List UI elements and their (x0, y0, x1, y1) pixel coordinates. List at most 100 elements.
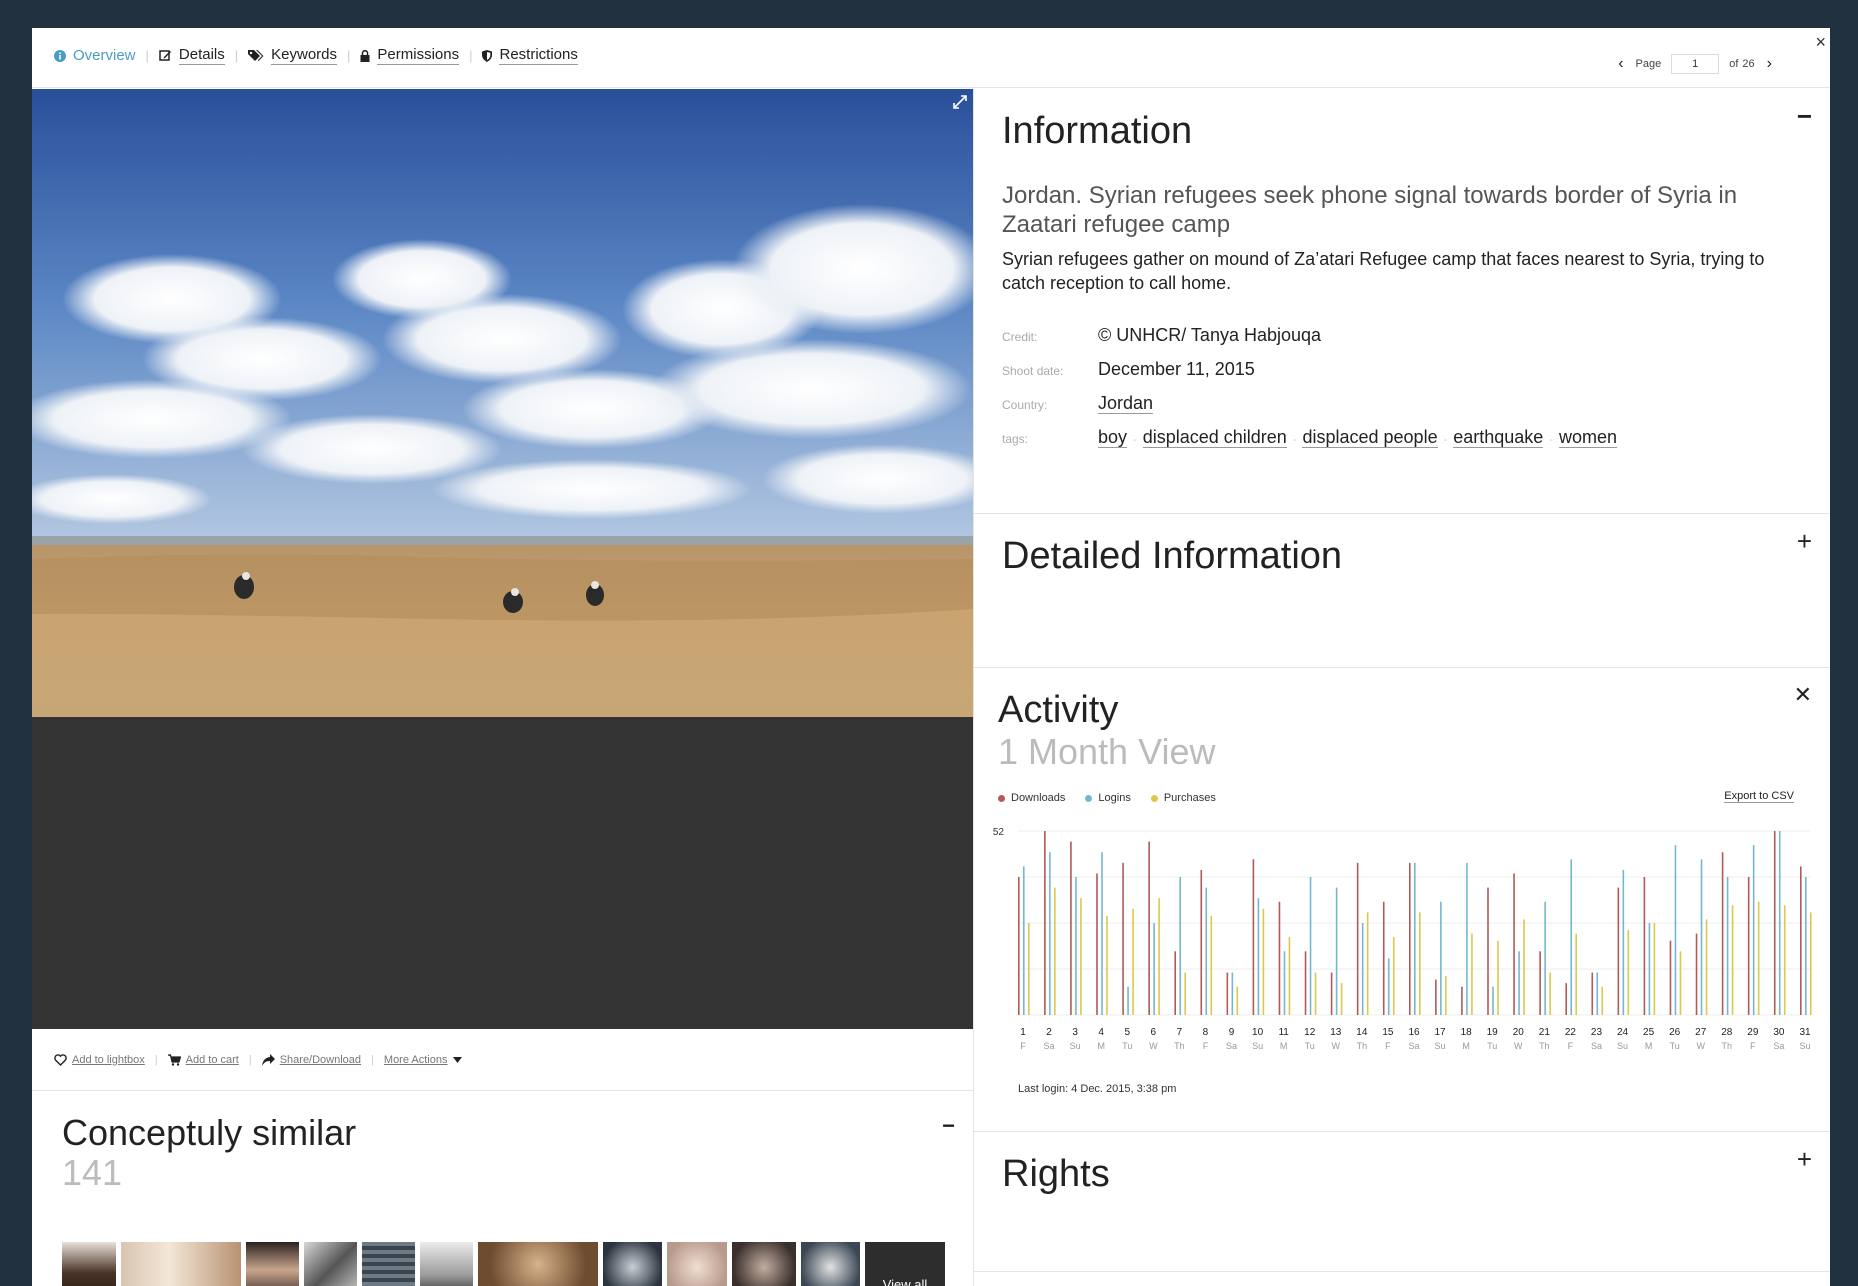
x-tick-label: 9 (1229, 1027, 1235, 1038)
thumbnail[interactable] (732, 1242, 796, 1286)
legend-dot (998, 794, 1005, 802)
collapse-icon[interactable]: − (1797, 103, 1812, 129)
thumbnail-strip: View all (62, 1242, 945, 1286)
thumbnail[interactable] (478, 1242, 598, 1286)
thumbnail[interactable] (121, 1242, 241, 1286)
x-tick-label: 2 (1046, 1027, 1052, 1038)
thumbnail[interactable] (667, 1242, 727, 1286)
bar-downloads (1800, 866, 1802, 1015)
bar-purchases (1653, 923, 1656, 1015)
chevron-right-icon[interactable]: › (1767, 56, 1772, 72)
tags-icon (248, 50, 264, 61)
photo-backdrop (32, 717, 973, 1029)
bar-downloads (1018, 877, 1020, 1015)
bar-downloads (1487, 887, 1489, 1015)
thumbnail[interactable] (362, 1242, 415, 1286)
tag-separator: - (1443, 434, 1448, 446)
country-link[interactable]: Jordan (1098, 393, 1154, 414)
x-tick-label: 5 (1124, 1027, 1130, 1038)
credit-value: © UNHCR/ Tanya Habjouqa (1098, 325, 1322, 345)
bar-downloads (1565, 983, 1567, 1015)
expand-plus-icon[interactable]: + (1797, 528, 1812, 554)
x-tick-label: 20 (1513, 1027, 1525, 1038)
tab-details[interactable]: Details (159, 46, 225, 65)
tag-link[interactable]: earthquake (1453, 427, 1544, 448)
view-all-button[interactable]: View all (865, 1242, 945, 1286)
page-input[interactable] (1671, 54, 1720, 74)
add-to-cart-button[interactable]: Add to cart (167, 1053, 239, 1066)
bar-downloads (1252, 859, 1255, 1015)
bar-downloads (1643, 877, 1646, 1015)
collapse-icon[interactable]: − (942, 1113, 955, 1139)
close-icon[interactable]: ✕ (1794, 682, 1812, 708)
rights-heading: Rights (1002, 1153, 1110, 1195)
x-weekday-label: Tu (1487, 1041, 1497, 1051)
bar-downloads (1330, 972, 1333, 1015)
bar-downloads (1669, 940, 1672, 1015)
tag-link[interactable]: displaced people (1302, 427, 1438, 448)
thumbnail[interactable] (603, 1242, 662, 1286)
bar-logins (1518, 951, 1520, 1015)
bar-purchases (1523, 919, 1525, 1015)
x-weekday-label: Sa (1226, 1041, 1237, 1051)
x-tick-label: 25 (1643, 1027, 1655, 1038)
expand-icon[interactable] (953, 95, 967, 114)
thumbnail[interactable] (420, 1242, 473, 1286)
x-weekday-label: Sa (1773, 1041, 1784, 1051)
bar-downloads (1747, 877, 1750, 1015)
tag-list: boy - displaced children - displaced people -… (1098, 427, 1618, 448)
thumbnail[interactable] (801, 1242, 860, 1286)
thumbnail[interactable] (62, 1242, 116, 1286)
x-tick-label: 17 (1435, 1027, 1447, 1038)
bar-logins (1179, 877, 1181, 1015)
legend-item-logins: Logins (1085, 792, 1131, 804)
bar-downloads (1226, 972, 1229, 1015)
export-csv-link[interactable]: Export to CSV (1724, 790, 1794, 803)
x-tick-label: 4 (1098, 1027, 1104, 1038)
tab-keywords[interactable]: Keywords (248, 46, 338, 65)
bar-logins (1440, 901, 1442, 1015)
main-photo[interactable] (32, 89, 973, 717)
cart-icon (167, 1053, 181, 1066)
heart-icon (54, 1053, 67, 1066)
bar-logins (1387, 958, 1390, 1015)
x-weekday-label: F (1020, 1041, 1026, 1051)
country-label: Country: (1002, 398, 1048, 412)
x-weekday-label: Sa (1591, 1041, 1602, 1051)
tag-link[interactable]: displaced children (1142, 427, 1287, 448)
bar-logins (1570, 859, 1572, 1015)
expand-plus-icon[interactable]: + (1797, 1146, 1812, 1172)
x-tick-label: 22 (1565, 1027, 1577, 1038)
bar-logins (1283, 951, 1286, 1015)
tag-link[interactable]: women (1559, 427, 1618, 448)
x-weekday-label: M (1097, 1041, 1105, 1051)
tag-separator: - (1549, 434, 1553, 446)
tag-link[interactable]: boy (1098, 427, 1128, 448)
x-weekday-label: Th (1722, 1041, 1733, 1051)
x-weekday-label: Su (1252, 1041, 1263, 1051)
x-weekday-label: F (1750, 1041, 1756, 1051)
tab-overview[interactable]: Overview (54, 47, 136, 65)
tab-permissions[interactable]: Permissions (360, 46, 460, 65)
photo-description: Syrian refugees gather on mound of Za’at… (1002, 249, 1765, 293)
share-download-label: Share/Download (279, 1053, 362, 1066)
add-to-lightbox-button[interactable]: Add to lightbox (54, 1054, 145, 1066)
tab-restrictions[interactable]: Restrictions (482, 46, 578, 65)
bar-purchases (1731, 905, 1734, 1015)
share-download-button[interactable]: Share/Download (261, 1053, 362, 1066)
activity-chart: 52 1 F 2 Sa 3 Su 4 M 5 Tu 6 W 7 Th 8 F 9 Sa 10 Su 11 M 12 Tu 13 W 1… (993, 827, 1812, 1051)
photo-image (32, 89, 973, 717)
chevron-left-icon[interactable]: ‹ (1618, 56, 1623, 72)
bar-logins (1700, 859, 1703, 1015)
thumbnail[interactable] (246, 1242, 299, 1286)
x-tick-label: 24 (1617, 1027, 1629, 1038)
bar-downloads (1539, 951, 1541, 1015)
legend-label: Purchases (1163, 792, 1216, 804)
x-weekday-label: Su (1435, 1041, 1446, 1051)
bar-downloads (1356, 862, 1359, 1015)
tab-divider: | (145, 48, 149, 63)
more-actions-button[interactable]: More Actions (384, 1054, 467, 1066)
thumbnail[interactable] (304, 1242, 357, 1286)
x-weekday-label: W (1514, 1041, 1523, 1051)
bar-downloads (1773, 831, 1776, 1015)
